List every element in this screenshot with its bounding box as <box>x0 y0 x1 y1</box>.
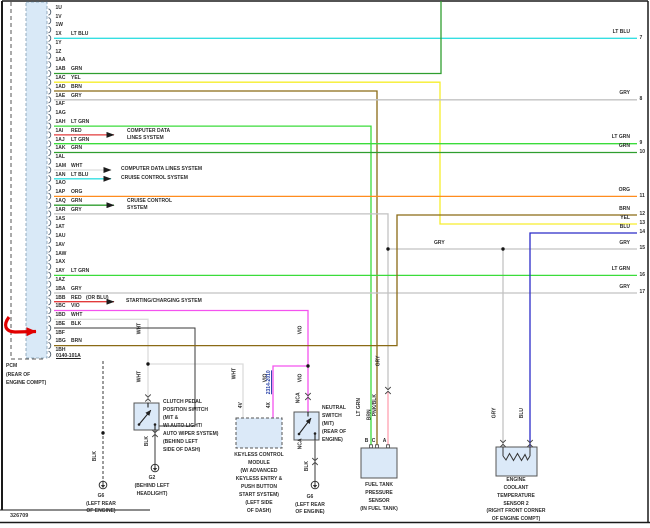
pin-terminal-1AJ <box>48 140 52 148</box>
junction-dot <box>306 364 310 368</box>
pin-terminal-1AU <box>48 236 52 244</box>
wire-1ah-ltgrn <box>54 125 372 448</box>
pin-terminal-1BG <box>48 341 52 350</box>
wiring-diagram-page: 1U 1V 1W 1X LT BLU 1Y 1Z 1AA 1AB GRN 1AC YEL 1AD BRN 1… <box>0 0 650 528</box>
fuel-tank-pressure-sensor-box <box>360 447 398 479</box>
wire-1ab-grn <box>54 1 442 75</box>
pin-terminal-1X <box>48 34 52 42</box>
pin-terminal-1BC <box>48 306 52 315</box>
pcm-location-line2: ENGINE COMPT) <box>6 380 47 386</box>
pin-terminal-1V <box>48 17 52 25</box>
ground-symbol <box>98 480 108 490</box>
wire-1bc-vio-4x <box>272 365 308 418</box>
junction-dot <box>146 362 150 366</box>
pin-terminal-1AX <box>48 262 52 271</box>
pcm-title: PCM <box>6 363 18 369</box>
pin-terminal-1AV <box>48 245 52 253</box>
pin-terminal-1AT <box>48 227 52 236</box>
pin-terminal-1BB <box>48 298 52 306</box>
wire-ect-blu <box>529 232 637 447</box>
pin-terminal-1BE <box>48 324 52 332</box>
ground-symbol <box>310 480 320 490</box>
pcm-connector-block <box>10 1 52 360</box>
sheet-number: 326709 <box>10 513 29 519</box>
pin-terminal-1AR <box>48 210 52 218</box>
pin-terminal-1AK <box>48 148 52 157</box>
pin-terminal-1AA <box>48 61 52 69</box>
pin-terminal-1AP <box>48 192 52 201</box>
pin-terminal-1AW <box>48 254 52 262</box>
pin-terminal-1AE <box>48 96 52 104</box>
pin-terminal-1BD <box>48 315 52 323</box>
pin-terminal-1BH <box>48 350 52 359</box>
ground-symbol <box>150 463 160 473</box>
pin-terminal-1AC <box>48 78 52 86</box>
page-frame <box>0 0 650 524</box>
junction-dot <box>101 431 105 435</box>
pin-terminal-1AB <box>48 69 52 78</box>
pin-terminal-1Y <box>48 43 52 51</box>
pin-terminal-1AD <box>48 87 52 95</box>
wire-1ad-brn <box>54 90 378 448</box>
pin-terminal-1Z <box>48 52 52 60</box>
pin-terminal-1AY <box>48 271 52 280</box>
wire-1bg-brn <box>54 214 637 347</box>
pin-terminal-1AM <box>48 166 52 174</box>
pin-terminal-1AG <box>48 113 52 122</box>
pin-terminal-1AS <box>48 219 52 227</box>
wire-1bc-vio <box>54 309 309 412</box>
pin-terminal-1AO <box>48 183 52 192</box>
pin-terminal-1AL <box>48 157 52 165</box>
junction-dot <box>501 247 505 251</box>
junction-dot <box>386 247 390 251</box>
pin-terminal-1AH <box>48 122 52 130</box>
pin-terminal-1AZ <box>48 280 52 288</box>
keyless-control-module-box <box>235 417 283 449</box>
pin-terminal-1AQ <box>48 201 52 209</box>
pin-terminal-1BF <box>48 333 52 341</box>
engine-coolant-temp-sensor-2-box <box>495 446 538 477</box>
pcm-connector-link[interactable]: 0140-101A <box>56 353 81 359</box>
pin-terminal-1U <box>48 8 52 16</box>
pcm-location-line1: (REAR OF <box>6 371 31 378</box>
pin-terminal-1AF <box>48 104 52 113</box>
pin-terminal-1W <box>48 25 52 34</box>
wire-1be-blk <box>54 327 196 427</box>
pin-terminal-1AI <box>48 131 52 139</box>
pin-terminal-1AN <box>48 175 52 183</box>
wiring-diagram-canvas <box>0 0 650 524</box>
pin-terminal-1BA <box>48 289 52 297</box>
wire-1bd-wht <box>54 318 149 403</box>
